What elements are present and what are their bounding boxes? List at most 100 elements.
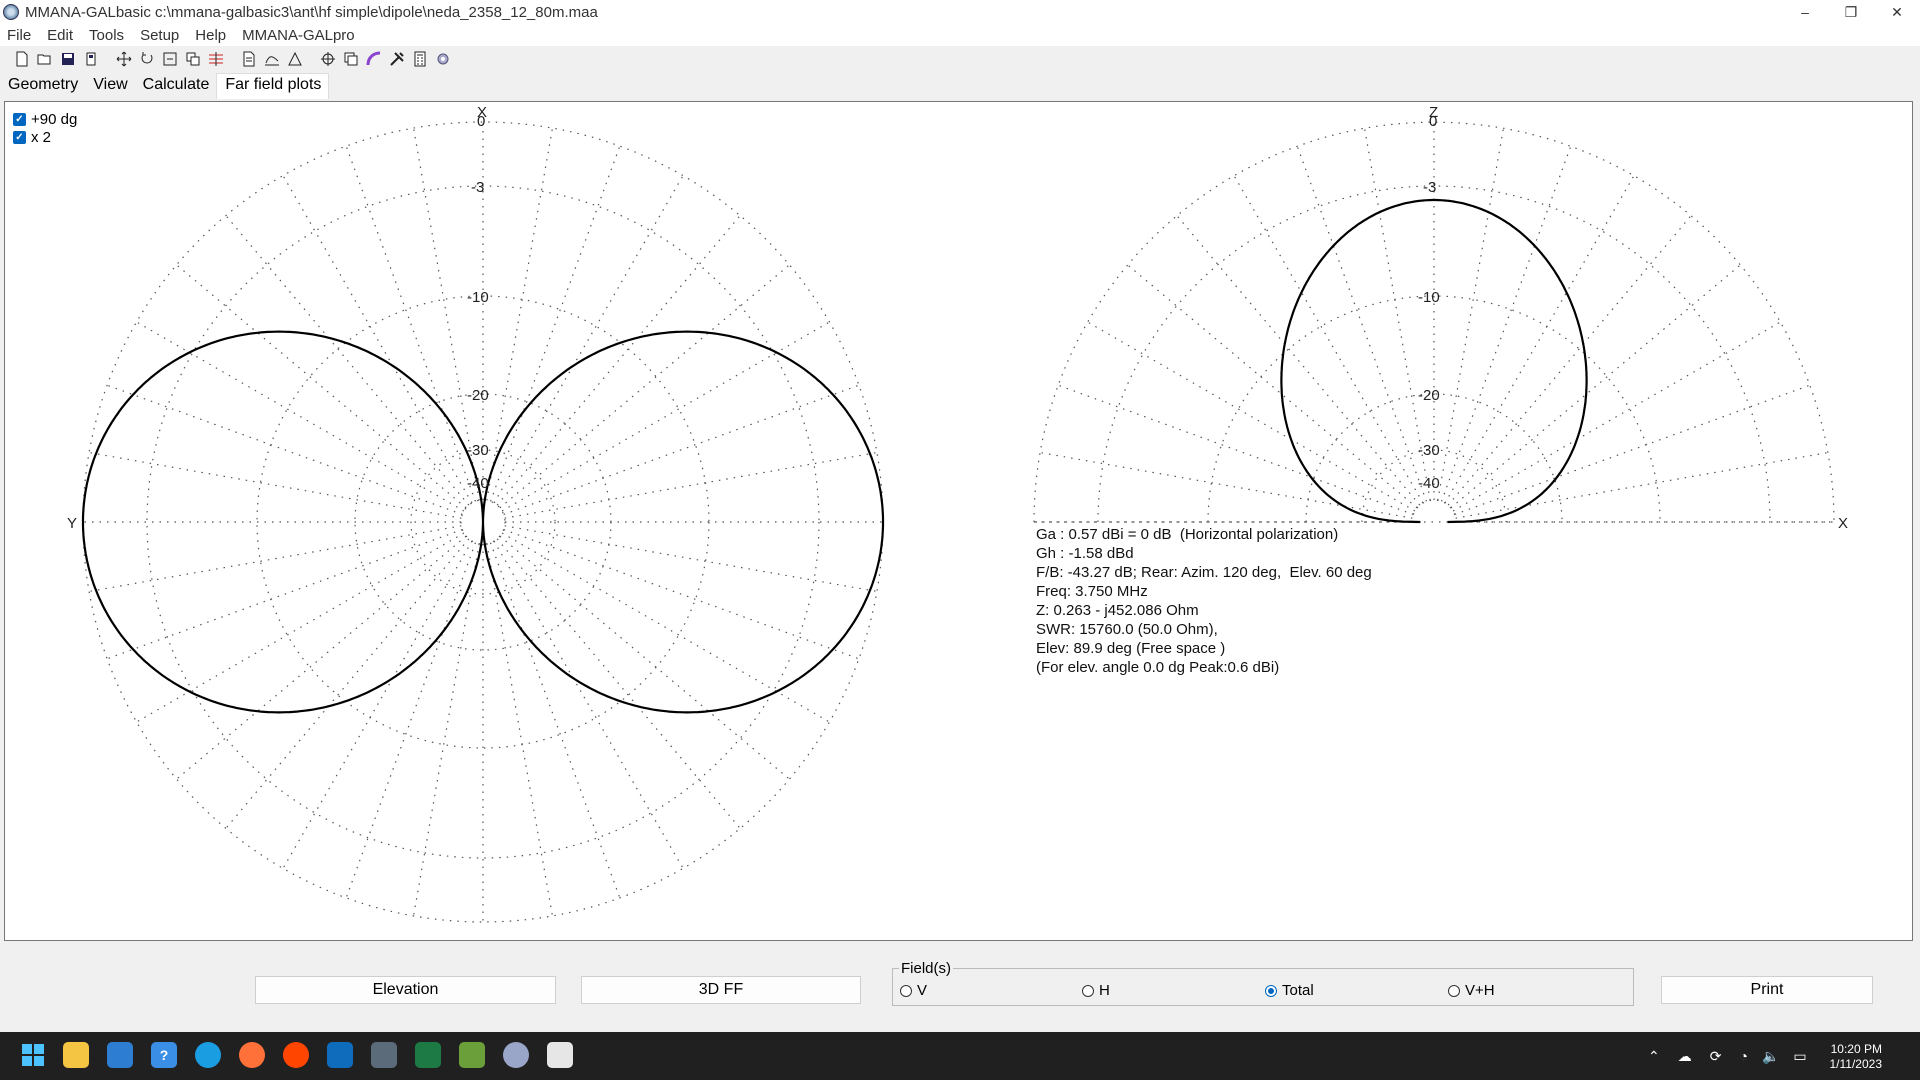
system-tray: ⌃ ☁ ⟳ ◔ 🔈 ▭: [1648, 1032, 1807, 1080]
tab-far-field-plots[interactable]: Far field plots: [216, 73, 330, 99]
document-icon[interactable]: [239, 49, 259, 69]
save-as-icon[interactable]: [81, 49, 101, 69]
tools-icon[interactable]: [387, 49, 407, 69]
edge-browser-icon[interactable]: [195, 1042, 221, 1068]
field-radio-vh[interactable]: V+H: [1448, 982, 1495, 999]
move-icon[interactable]: [114, 49, 134, 69]
plots-canvas: X Y 0 -3 -10 -20 -30 -40 Z X 0 -3 -10 -2…: [67, 104, 1848, 923]
field-radio-h-label: H: [1099, 982, 1110, 999]
clock-date: 1/11/2023: [1829, 1057, 1883, 1071]
impedance: Z: 0.263 - j452.086 Ohm: [1036, 602, 1199, 619]
checkmark-icon: ✓: [13, 130, 26, 144]
duplicate-icon[interactable]: [341, 49, 361, 69]
calculator-icon[interactable]: [410, 49, 430, 69]
graph-icon[interactable]: [262, 49, 282, 69]
elevation-pattern-curve: [1280, 198, 1588, 524]
rotate-icon[interactable]: [137, 49, 157, 69]
app-globe-icon[interactable]: [503, 1042, 529, 1068]
copy-element-icon[interactable]: [183, 49, 203, 69]
menu-tools[interactable]: Tools: [82, 27, 133, 44]
plus-90-checkbox[interactable]: ✓ +90 dg: [13, 110, 77, 128]
3d-ff-button[interactable]: 3D FF: [581, 976, 861, 1004]
taskbar: ? ⌃ ☁ ⟳ ◔ 🔈 ▭ 10:20 PM 1/11/2023: [0, 1032, 1920, 1080]
elevation-ring-label-10: -10: [1418, 289, 1440, 306]
store-icon[interactable]: [107, 1042, 133, 1068]
excel-icon[interactable]: [415, 1042, 441, 1068]
triangle-icon[interactable]: [285, 49, 305, 69]
file-explorer-icon[interactable]: [63, 1042, 89, 1068]
new-file-icon[interactable]: [12, 49, 32, 69]
menu-setup[interactable]: Setup: [133, 27, 188, 44]
elevation-ring-label-3: -3: [1423, 179, 1436, 196]
elevation-angle: Elev: 89.9 deg (Free space ): [1036, 640, 1226, 657]
save-icon[interactable]: [58, 49, 78, 69]
outlook-icon[interactable]: [327, 1042, 353, 1068]
app-icon: [3, 4, 19, 20]
menu-help[interactable]: Help: [188, 27, 235, 44]
radio-selected-icon: [1265, 984, 1277, 997]
field-radio-v[interactable]: V: [900, 982, 927, 999]
battery-icon[interactable]: ▭: [1793, 1048, 1806, 1065]
wifi-icon[interactable]: ◔: [1739, 1048, 1747, 1064]
azimuth-ring-label-40: -40: [467, 475, 489, 492]
window-title: MMANA-GALbasic c:\mmana-galbasic3\ant\hf…: [25, 3, 598, 21]
field-radio-vh-label: V+H: [1465, 982, 1495, 999]
elevation-button[interactable]: Elevation: [255, 976, 556, 1004]
elevation-ring-label-30: -30: [1418, 442, 1440, 459]
reddit-icon[interactable]: [283, 1042, 309, 1068]
checkmark-icon: ✓: [13, 112, 26, 126]
azimuth-ring-label-30: -30: [467, 442, 489, 459]
plot-options: ✓ +90 dg ✓ x 2: [13, 110, 77, 146]
mmana-app-icon[interactable]: [547, 1042, 573, 1068]
peak-gain: (For elev. angle 0.0 dg Peak:0.6 dBi): [1036, 659, 1280, 676]
field-radio-total[interactable]: Total: [1265, 982, 1314, 999]
onedrive-icon[interactable]: ☁: [1678, 1048, 1692, 1065]
pattern-icon[interactable]: [364, 49, 384, 69]
start-button[interactable]: [20, 1042, 46, 1068]
volume-icon[interactable]: 🔈: [1762, 1048, 1779, 1065]
open-folder-icon[interactable]: [35, 49, 55, 69]
notepad-icon[interactable]: [459, 1042, 485, 1068]
field-radio-v-label: V: [917, 982, 928, 999]
tab-strip: Geometry View Calculate Far field plots: [0, 72, 330, 99]
help-icon[interactable]: ?: [151, 1042, 177, 1068]
elevation-ring-label-0: 0: [1429, 113, 1437, 130]
gain-dbd: Gh : -1.58 dBd: [1036, 545, 1134, 562]
elevation-ring-label-20: -20: [1418, 387, 1440, 404]
calculator-app-icon[interactable]: [371, 1042, 397, 1068]
frequency: Freq: 3.750 MHz: [1036, 583, 1148, 600]
target-icon[interactable]: [318, 49, 338, 69]
plus-90-label: +90 dg: [31, 110, 78, 128]
minimize-button[interactable]: –: [1782, 0, 1828, 24]
x2-label: x 2: [31, 128, 52, 146]
fields-group: Field(s) V H Total V+H: [892, 960, 1634, 1006]
elevation-right-axis-label: X: [1838, 515, 1848, 532]
azimuth-left-axis-label: Y: [67, 515, 77, 532]
taskbar-clock[interactable]: 10:20 PM 1/11/2023: [1830, 1042, 1883, 1072]
title-bar: MMANA-GALbasic c:\mmana-galbasic3\ant\hf…: [0, 0, 1920, 24]
gain-dbi: Ga : 0.57 dBi = 0 dB (Horizontal polariz…: [1036, 526, 1339, 543]
x2-checkbox[interactable]: ✓ x 2: [13, 128, 77, 146]
show-hidden-icons-icon[interactable]: ⌃: [1648, 1048, 1660, 1065]
maximize-button[interactable]: ❐: [1828, 0, 1874, 24]
menu-mmana-galpro[interactable]: MMANA-GALpro: [235, 27, 364, 44]
print-button[interactable]: Print: [1661, 976, 1873, 1004]
tab-view[interactable]: View: [85, 73, 134, 99]
field-radio-h[interactable]: H: [1082, 982, 1110, 999]
resize-icon[interactable]: [160, 49, 180, 69]
elevation-plot: Z X 0 -3 -10 -20 -30 -40: [1033, 104, 1848, 532]
close-button[interactable]: ✕: [1874, 0, 1920, 24]
settings-icon[interactable]: [433, 49, 453, 69]
tab-geometry[interactable]: Geometry: [0, 73, 85, 99]
sync-icon[interactable]: ⟳: [1710, 1048, 1722, 1065]
azimuth-ring-label-20: -20: [467, 387, 489, 404]
tab-calculate[interactable]: Calculate: [135, 73, 217, 99]
menu-bar: File Edit Tools Setup Help MMANA-GALpro: [0, 24, 1920, 46]
far-field-plot-panel: X Y 0 -3 -10 -20 -30 -40 Z X 0 -3 -10 -2…: [4, 101, 1913, 941]
results-info: Ga : 0.57 dBi = 0 dB (Horizontal polariz…: [1036, 525, 1372, 677]
radio-circle-icon: [900, 984, 912, 997]
firefox-icon[interactable]: [239, 1042, 265, 1068]
menu-file[interactable]: File: [0, 27, 40, 44]
wires-icon[interactable]: [206, 49, 226, 69]
menu-edit[interactable]: Edit: [40, 27, 82, 44]
